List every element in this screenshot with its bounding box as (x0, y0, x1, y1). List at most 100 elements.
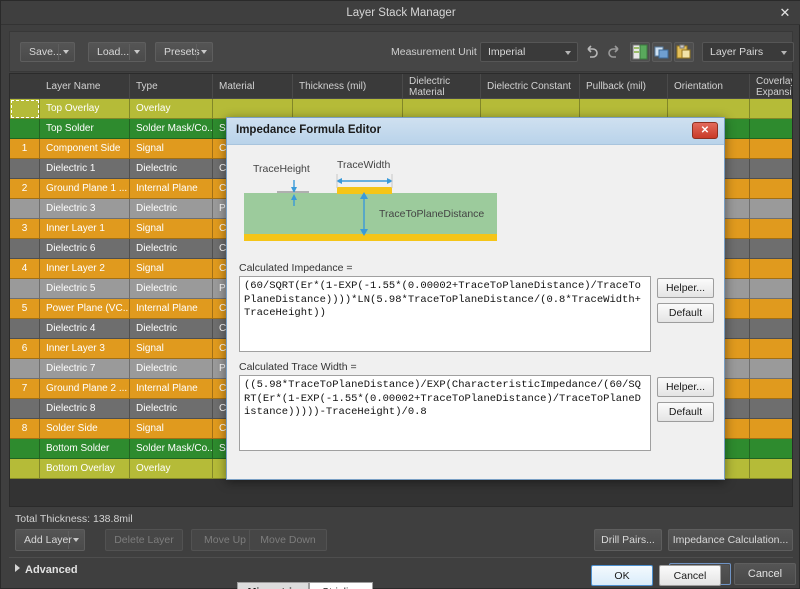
table-cell-empty[interactable] (481, 99, 580, 119)
table-cell-empty[interactable] (750, 219, 792, 239)
table-cell-type[interactable]: Dielectric (130, 399, 213, 419)
table-cell-empty[interactable] (750, 359, 792, 379)
trace-width-default-button[interactable]: Default (657, 402, 714, 422)
table-cell-name[interactable]: Power Plane (VC... (40, 299, 130, 319)
table-cell-empty[interactable] (750, 379, 792, 399)
table-cell-empty[interactable] (750, 199, 792, 219)
table-cell-empty[interactable] (750, 179, 792, 199)
table-cell-name[interactable]: Ground Plane 2 ... (40, 379, 130, 399)
table-cell-name[interactable]: Inner Layer 3 (40, 339, 130, 359)
table-cell-type[interactable]: Dielectric (130, 319, 213, 339)
table-cell-type[interactable]: Solder Mask/Co... (130, 119, 213, 139)
stackup-compare-icon[interactable] (630, 42, 650, 62)
chevron-down-icon[interactable] (63, 50, 69, 54)
table-cell-name[interactable]: Top Solder (40, 119, 130, 139)
table-column-header[interactable]: Coverlay Expansion (750, 74, 792, 99)
impedance-calculation-button[interactable]: Impedance Calculation... (668, 529, 793, 551)
close-icon[interactable]: ✕ (775, 3, 795, 23)
table-cell-empty[interactable] (750, 399, 792, 419)
advanced-toggle[interactable]: Advanced (15, 564, 78, 576)
dialog-cancel-button[interactable]: Cancel (659, 565, 721, 586)
table-cell-type[interactable]: Internal Plane (130, 179, 213, 199)
table-cell-empty[interactable] (750, 279, 792, 299)
table-cell-name[interactable]: Solder Side (40, 419, 130, 439)
table-row[interactable]: Top Overlay Overlay (10, 99, 792, 119)
table-cell-type[interactable]: Dielectric (130, 199, 213, 219)
view-mode-select[interactable]: Layer Pairs (702, 42, 794, 62)
table-cell-name[interactable]: Dielectric 7 (40, 359, 130, 379)
table-cell-empty[interactable] (750, 439, 792, 459)
table-cell-empty[interactable] (750, 119, 792, 139)
table-cell-empty[interactable] (750, 99, 792, 119)
presets-button[interactable]: Presets (155, 42, 213, 62)
table-cell-type[interactable]: Dielectric (130, 239, 213, 259)
table-column-header[interactable]: Dielectric Material (403, 74, 481, 99)
dialog-ok-button[interactable]: OK (591, 565, 653, 586)
table-cell-type[interactable]: Dielectric (130, 359, 213, 379)
table-cell-name[interactable]: Top Overlay (40, 99, 130, 119)
table-cell-name[interactable]: Dielectric 5 (40, 279, 130, 299)
measurement-unit-select[interactable]: Imperial (480, 42, 578, 62)
table-cell-name[interactable]: Inner Layer 1 (40, 219, 130, 239)
table-cell-type[interactable]: Internal Plane (130, 299, 213, 319)
chevron-down-icon[interactable] (134, 50, 140, 54)
table-cell-empty[interactable] (750, 319, 792, 339)
calculated-impedance-input[interactable]: (60/SQRT(Er*(1-EXP(-1.55*(0.00002+TraceT… (239, 276, 651, 352)
table-cell-type[interactable]: Signal (130, 339, 213, 359)
table-cell-name[interactable]: Bottom Overlay (40, 459, 130, 479)
table-cell-name[interactable]: Dielectric 3 (40, 199, 130, 219)
table-column-header[interactable]: Layer Name (40, 74, 130, 99)
table-cell-type[interactable]: Internal Plane (130, 379, 213, 399)
table-cell-empty[interactable] (750, 299, 792, 319)
table-cell-empty[interactable] (750, 139, 792, 159)
table-column-header[interactable]: Thickness (mil) (293, 74, 403, 99)
table-cell-name[interactable]: Dielectric 4 (40, 319, 130, 339)
table-cell-name[interactable]: Component Side (40, 139, 130, 159)
table-cell-empty[interactable] (750, 339, 792, 359)
impedance-helper-button[interactable]: Helper... (657, 278, 714, 298)
table-cell-empty[interactable] (750, 259, 792, 279)
table-cell-material[interactable] (213, 99, 293, 119)
table-cell-empty[interactable] (750, 239, 792, 259)
table-cell-name[interactable]: Dielectric 6 (40, 239, 130, 259)
table-cell-empty[interactable] (750, 459, 792, 479)
tab-microstrip[interactable]: Microstrip (237, 582, 309, 589)
table-cell-type[interactable]: Signal (130, 419, 213, 439)
table-column-header[interactable]: Dielectric Constant (481, 74, 580, 99)
table-column-header[interactable]: Material (213, 74, 293, 99)
table-column-header[interactable]: Orientation (668, 74, 750, 99)
table-cell-empty[interactable] (750, 159, 792, 179)
table-cell-name[interactable]: Dielectric 1 (40, 159, 130, 179)
save-button[interactable]: Save... (20, 42, 75, 62)
paste-layers-icon[interactable] (674, 42, 694, 62)
table-cell-type[interactable]: Signal (130, 219, 213, 239)
cancel-button[interactable]: Cancel (734, 563, 796, 585)
close-icon[interactable]: ✕ (692, 122, 718, 139)
table-cell-type[interactable]: Dielectric (130, 279, 213, 299)
table-cell-empty[interactable] (750, 419, 792, 439)
table-cell-type[interactable]: Solder Mask/Co... (130, 439, 213, 459)
copy-layers-icon[interactable] (652, 42, 672, 62)
table-cell-empty[interactable] (403, 99, 481, 119)
table-cell-empty[interactable] (293, 99, 403, 119)
impedance-default-button[interactable]: Default (657, 303, 714, 323)
drill-pairs-button[interactable]: Drill Pairs... (594, 529, 662, 551)
table-column-header[interactable]: Type (130, 74, 213, 99)
table-cell-empty[interactable] (668, 99, 750, 119)
table-cell-name[interactable]: Bottom Solder (40, 439, 130, 459)
calculated-trace-width-input[interactable]: ((5.98*TraceToPlaneDistance)/EXP(Charact… (239, 375, 651, 451)
table-cell-type[interactable]: Signal (130, 139, 213, 159)
chevron-down-icon[interactable] (201, 50, 207, 54)
load-button[interactable]: Load... (88, 42, 146, 62)
table-cell-empty[interactable] (580, 99, 668, 119)
table-cell-type[interactable]: Overlay (130, 459, 213, 479)
trace-width-helper-button[interactable]: Helper... (657, 377, 714, 397)
tab-stripline[interactable]: Stripline (309, 582, 373, 589)
chevron-down-icon[interactable] (73, 538, 79, 542)
undo-icon[interactable] (582, 42, 602, 62)
table-cell-name[interactable]: Ground Plane 1 ... (40, 179, 130, 199)
table-cell-type[interactable]: Signal (130, 259, 213, 279)
table-cell-name[interactable]: Dielectric 8 (40, 399, 130, 419)
add-layer-button[interactable]: Add Layer (15, 529, 85, 551)
redo-icon[interactable] (604, 42, 624, 62)
